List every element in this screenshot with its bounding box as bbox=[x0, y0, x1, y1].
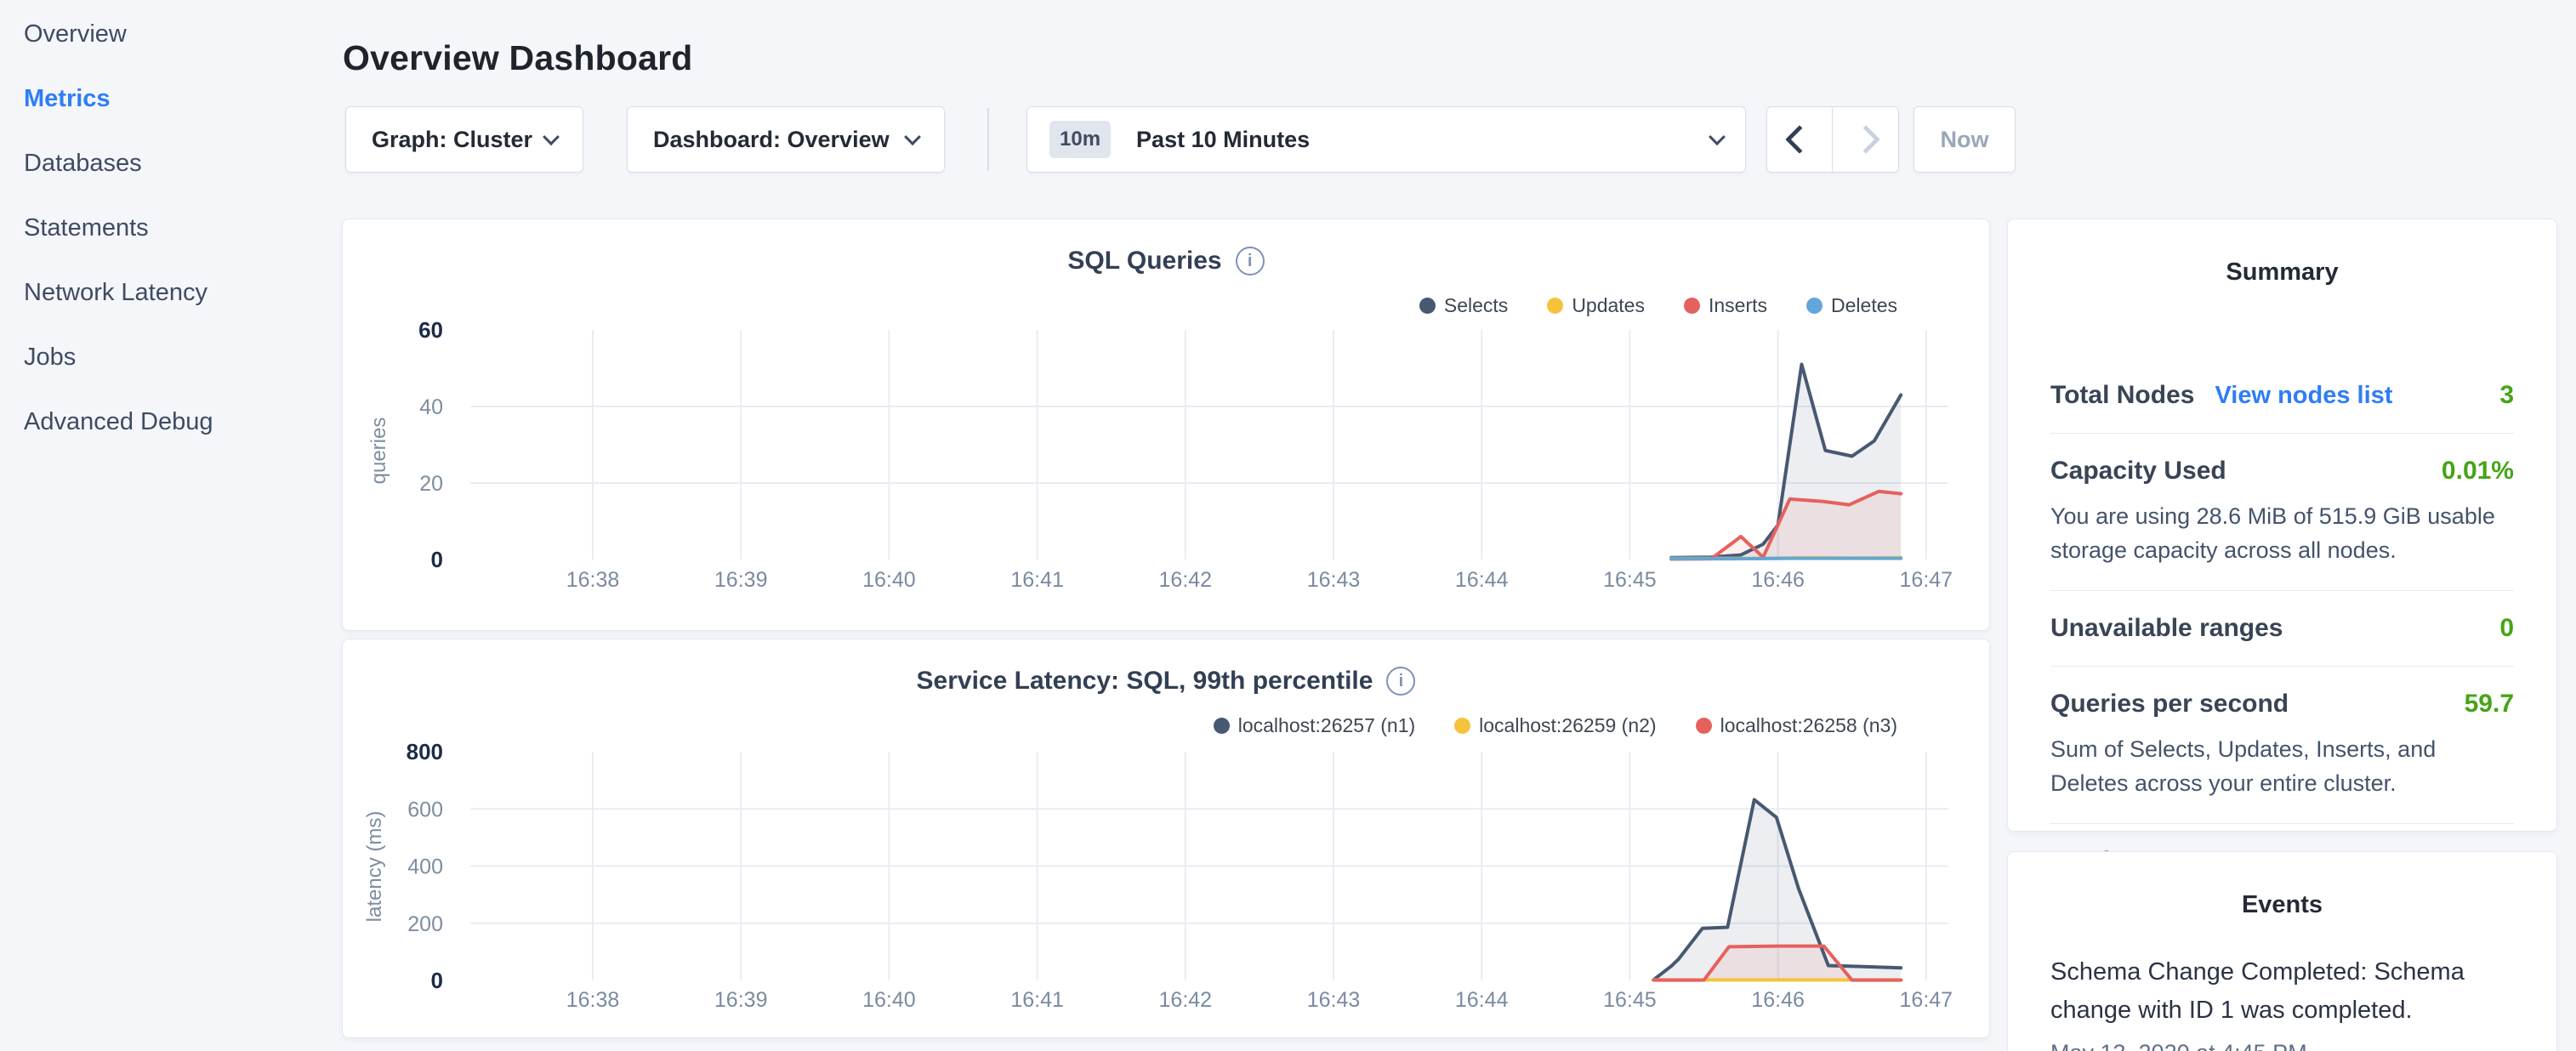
controls-divider bbox=[987, 108, 989, 171]
event-timestamp: May 13, 2020 at 4:45 PM bbox=[2050, 1040, 2514, 1051]
graph-dropdown[interactable]: Graph: Cluster bbox=[345, 106, 583, 173]
chevron-down-icon bbox=[904, 128, 921, 145]
summary-row-label: Queries per second bbox=[2050, 690, 2289, 719]
svg-text:16:45: 16:45 bbox=[1603, 988, 1657, 1012]
summary-panel: Summary Total Nodes View nodes list 3 Ca… bbox=[2007, 219, 2557, 832]
svg-text:600: 600 bbox=[407, 798, 443, 821]
svg-text:40: 40 bbox=[419, 395, 443, 419]
svg-text:16:43: 16:43 bbox=[1307, 568, 1361, 592]
svg-text:20: 20 bbox=[419, 472, 443, 496]
events-panel: Events Schema Change Completed: Schema c… bbox=[2007, 851, 2557, 1051]
time-range-badge: 10m bbox=[1049, 121, 1111, 158]
svg-text:0: 0 bbox=[431, 547, 443, 572]
svg-text:16:38: 16:38 bbox=[566, 568, 620, 592]
events-title: Events bbox=[2008, 891, 2556, 919]
summary-row-queries-per-second: Queries per second 59.7 Sum of Selects, … bbox=[2050, 667, 2514, 824]
sql-queries-plot[interactable]: 16:38 16:39 16:40 16:41 16:42 16:43 16:44 16:45… bbox=[343, 219, 1991, 611]
next-time-button[interactable] bbox=[1833, 107, 1898, 172]
view-nodes-list-link[interactable]: View nodes list bbox=[2215, 382, 2392, 410]
svg-text:60: 60 bbox=[418, 317, 443, 343]
summary-row-label: Unavailable ranges bbox=[2050, 614, 2283, 643]
summary-row-description: Sum of Selects, Updates, Inserts, and De… bbox=[2050, 732, 2514, 800]
svg-text:16:40: 16:40 bbox=[862, 568, 916, 592]
time-nav-arrows bbox=[1766, 106, 1899, 173]
svg-text:16:47: 16:47 bbox=[1900, 568, 1953, 592]
svg-text:16:44: 16:44 bbox=[1455, 988, 1509, 1012]
sidebar-item-jobs[interactable]: Jobs bbox=[0, 325, 342, 389]
page-title: Overview Dashboard bbox=[343, 38, 692, 78]
svg-text:0: 0 bbox=[431, 968, 443, 993]
svg-text:16:46: 16:46 bbox=[1751, 568, 1805, 592]
summary-row-value: 0.01% bbox=[2442, 457, 2514, 486]
summary-row-value: 3 bbox=[2499, 381, 2514, 410]
service-latency-chart-card: Service Latency: SQL, 99th percentile i … bbox=[342, 639, 1990, 1038]
summary-title: Summary bbox=[2008, 258, 2556, 287]
chevron-right-icon bbox=[1851, 125, 1880, 154]
summary-row-unavailable-ranges: Unavailable ranges 0 bbox=[2050, 591, 2514, 667]
svg-text:16:41: 16:41 bbox=[1010, 568, 1064, 592]
sidebar-item-advanced-debug[interactable]: Advanced Debug bbox=[0, 389, 342, 454]
summary-row-value: 59.7 bbox=[2465, 690, 2514, 719]
sidebar-item-databases[interactable]: Databases bbox=[0, 131, 342, 196]
svg-text:16:40: 16:40 bbox=[862, 988, 916, 1012]
summary-row-capacity-used: Capacity Used 0.01% You are using 28.6 M… bbox=[2050, 434, 2514, 591]
svg-text:200: 200 bbox=[407, 912, 443, 936]
time-range-label: Past 10 Minutes bbox=[1136, 127, 1711, 153]
svg-text:16:46: 16:46 bbox=[1751, 988, 1805, 1012]
summary-row-label: Capacity Used bbox=[2050, 457, 2226, 486]
svg-text:16:43: 16:43 bbox=[1307, 988, 1361, 1012]
sidebar-item-statements[interactable]: Statements bbox=[0, 196, 342, 260]
graph-dropdown-label: Graph: Cluster bbox=[372, 127, 532, 153]
event-text: Schema Change Completed: Schema change w… bbox=[2050, 953, 2514, 1030]
svg-text:800: 800 bbox=[407, 739, 443, 764]
event-item[interactable]: Schema Change Completed: Schema change w… bbox=[2050, 953, 2514, 1051]
svg-text:16:42: 16:42 bbox=[1159, 988, 1213, 1012]
summary-row-description: You are using 28.6 MiB of 515.9 GiB usab… bbox=[2050, 499, 2514, 567]
svg-text:16:38: 16:38 bbox=[566, 988, 620, 1012]
chevron-down-icon bbox=[1709, 128, 1726, 145]
prev-time-button[interactable] bbox=[1767, 107, 1833, 172]
time-range-selector[interactable]: 10m Past 10 Minutes bbox=[1026, 106, 1746, 173]
overview-dashboard-page: { "sidebar": { "items": [ {"label": "Ove… bbox=[0, 0, 2576, 1051]
svg-text:16:39: 16:39 bbox=[714, 568, 768, 592]
svg-text:16:47: 16:47 bbox=[1900, 988, 1953, 1012]
sidebar: Overview Metrics Databases Statements Ne… bbox=[0, 0, 342, 454]
svg-text:16:45: 16:45 bbox=[1603, 568, 1657, 592]
svg-text:16:39: 16:39 bbox=[714, 988, 768, 1012]
dashboard-dropdown-label: Dashboard: Overview bbox=[653, 127, 890, 153]
svg-text:16:41: 16:41 bbox=[1010, 988, 1064, 1012]
sidebar-item-network-latency[interactable]: Network Latency bbox=[0, 260, 342, 325]
chevron-left-icon bbox=[1785, 125, 1814, 154]
summary-row-total-nodes: Total Nodes View nodes list 3 bbox=[2050, 358, 2514, 434]
svg-text:16:42: 16:42 bbox=[1159, 568, 1213, 592]
sql-queries-chart-card: SQL Queries i Selects Updates Inserts De… bbox=[342, 219, 1990, 631]
svg-text:400: 400 bbox=[407, 855, 443, 879]
svg-text:16:44: 16:44 bbox=[1455, 568, 1509, 592]
chevron-down-icon bbox=[543, 128, 560, 145]
sidebar-item-metrics[interactable]: Metrics bbox=[0, 66, 342, 131]
now-button[interactable]: Now bbox=[1914, 106, 2016, 173]
summary-row-label: Total Nodes bbox=[2050, 381, 2194, 410]
dashboard-dropdown[interactable]: Dashboard: Overview bbox=[627, 106, 945, 173]
summary-row-value: 0 bbox=[2499, 614, 2514, 643]
service-latency-plot[interactable]: 16:38 16:39 16:40 16:41 16:42 16:43 16:44 16:45… bbox=[343, 639, 1991, 1031]
sidebar-item-overview[interactable]: Overview bbox=[0, 2, 342, 66]
